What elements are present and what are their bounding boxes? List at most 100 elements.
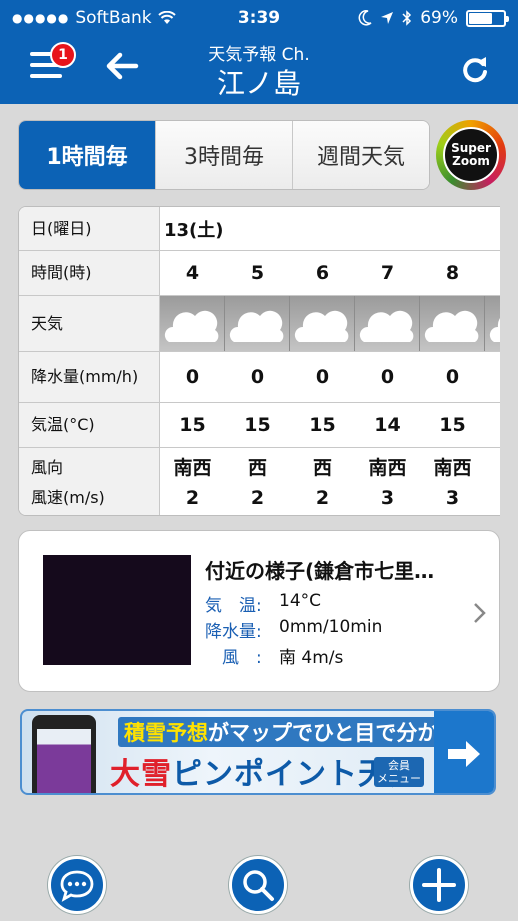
wind-cell: 西2 (225, 448, 290, 515)
precip-cell: 0 (250, 366, 265, 388)
cloud-icon (489, 317, 500, 342)
hour-cell: 5 (250, 262, 265, 284)
banner-headline-rest: がマップでひと目で分かる! (208, 721, 469, 745)
wind-speed: 3 (380, 486, 395, 509)
table-row-day: 日(曜日) 13(土) (19, 207, 500, 251)
temp-cell: 15 (179, 414, 206, 436)
super-zoom-label-2: Zoom (452, 154, 490, 168)
battery-icon (466, 9, 509, 27)
page-title: 江ノ島 (216, 67, 301, 100)
row-header-precip: 降水量(mm/h) (19, 352, 160, 402)
tab-3-hourly[interactable]: 3時間毎 (156, 121, 293, 189)
wind-dir: 西 (247, 456, 267, 479)
chat-icon (60, 870, 94, 902)
temp-cell: 15 (244, 414, 271, 436)
tab-weekly[interactable]: 週間天気 (293, 121, 429, 189)
wind-cell: 南西 3 (420, 448, 485, 515)
nearby-precip-label: 降水量: (205, 622, 262, 642)
moon-icon (358, 10, 372, 26)
cloud-icon (424, 310, 479, 342)
snow-forecast-banner[interactable]: 積雪予想がマップでひと目で分かる! 大雪ピンポイント天気 会員 メニュー (20, 709, 496, 795)
cloud-icon (359, 310, 414, 342)
member-menu-badge: 会員 メニュー (374, 757, 424, 787)
search-button[interactable] (229, 856, 287, 914)
banner-arrow-button[interactable] (434, 711, 494, 793)
cloud-icon (229, 310, 284, 342)
nearby-wind-row: 風 : 南 4m/s (205, 643, 343, 668)
nearby-temp-label: 気 温: (205, 596, 262, 616)
wind-speed-label: 風速(m/s) (31, 487, 105, 507)
search-icon (243, 870, 274, 901)
nearby-wind-label: 風 : (205, 648, 262, 668)
chevron-right-icon (474, 603, 486, 623)
app-header: ●●●●● SoftBank 3:39 69% 1 天気予報 Ch. 江ノ島 (0, 0, 518, 104)
banner-title-red: 大雪 (110, 757, 172, 792)
row-header-wind: 風向 風速(m/s) (19, 448, 160, 515)
super-zoom-button[interactable]: Super Zoom (436, 120, 506, 190)
refresh-icon[interactable] (458, 53, 492, 87)
row-header-day: 日(曜日) (19, 207, 160, 250)
wind-dir: 南西 (433, 456, 472, 479)
nearby-temp-row: 気 温: 14°C (205, 591, 321, 616)
precip-cell: 0 (445, 366, 460, 388)
wind-dir: 南西 (368, 456, 407, 479)
hour-cell: 8 (445, 262, 460, 284)
table-row-weather: 天気 (19, 296, 500, 352)
battery-percent: 69% (420, 8, 458, 28)
cloud-icon (294, 310, 349, 342)
live-camera-image (43, 555, 191, 665)
cloud-icon (164, 310, 219, 342)
row-header-temp: 気温(°C) (19, 403, 160, 447)
day-value: 13(土) (164, 219, 224, 241)
nearby-conditions-card[interactable]: 付近の様子(鎌倉市七里… 気 温: 14°C 降水量: 0mm/10min 風 … (18, 530, 500, 692)
wind-cell-partial: 南 (485, 448, 500, 515)
wind-dir-label: 風向 (31, 457, 64, 477)
banner-headline-highlight: 積雪予想 (124, 721, 208, 745)
tab-hourly[interactable]: 1時間毎 (19, 121, 156, 189)
temp-cell: 15 (309, 414, 336, 436)
temp-cell: 15 (439, 414, 466, 436)
table-row-temp: 気温(°C) 15 15 15 14 15 (19, 403, 500, 448)
table-row-wind: 風向 風速(m/s) 南西2 西2 西2 南西3 南西3 南 (19, 448, 500, 515)
weather-cell (485, 296, 500, 351)
temp-cell: 14 (374, 414, 401, 436)
wind-dir: 西 (312, 456, 332, 479)
wind-speed: 2 (250, 486, 265, 509)
table-row-precip: 降水量(mm/h) 0 0 0 0 0 (19, 352, 500, 403)
hour-cell: 6 (315, 262, 330, 284)
plus-icon (422, 868, 456, 902)
nearby-precip-value: 0mm/10min (279, 617, 383, 637)
wind-cell: 南西 2 (160, 448, 225, 515)
interval-tabs: 1時間毎 3時間毎 週間天気 (18, 120, 430, 190)
nearby-temp-value: 14°C (279, 591, 322, 611)
arrow-right-icon (448, 741, 480, 767)
bluetooth-icon (402, 10, 412, 26)
hour-cell: 4 (185, 262, 200, 284)
precip-cell: 0 (315, 366, 330, 388)
weather-cell (160, 296, 225, 351)
wind-dir: 南西 (173, 456, 212, 479)
banner-headline: 積雪予想がマップでひと目で分かる! (118, 717, 475, 747)
forecast-table[interactable]: 日(曜日) 13(土) 時間(時) 4 5 6 7 8 天気 降水量(mm/h)… (18, 206, 500, 516)
wind-cell: 西2 (290, 448, 355, 515)
precip-cell: 0 (380, 366, 395, 388)
hour-cell: 7 (380, 262, 395, 284)
precip-cell: 0 (185, 366, 200, 388)
weather-cell (420, 296, 485, 351)
weather-cell (225, 296, 290, 351)
wind-speed: 2 (185, 486, 200, 509)
nearby-title: 付近の様子(鎌倉市七里… (205, 559, 435, 583)
row-header-hour: 時間(時) (19, 251, 160, 295)
row-header-weather: 天気 (19, 296, 160, 351)
wind-speed: 3 (445, 486, 460, 509)
phone-illustration (32, 715, 96, 793)
table-row-hour: 時間(時) 4 5 6 7 8 (19, 251, 500, 296)
chat-button[interactable] (48, 856, 106, 914)
status-bar: ●●●●● SoftBank 3:39 69% (0, 0, 518, 34)
wind-speed: 2 (315, 486, 330, 509)
weather-cell (290, 296, 355, 351)
add-button[interactable] (410, 856, 468, 914)
weather-cell (355, 296, 420, 351)
nearby-precip-row: 降水量: 0mm/10min (205, 617, 382, 642)
location-arrow-icon (381, 12, 394, 24)
